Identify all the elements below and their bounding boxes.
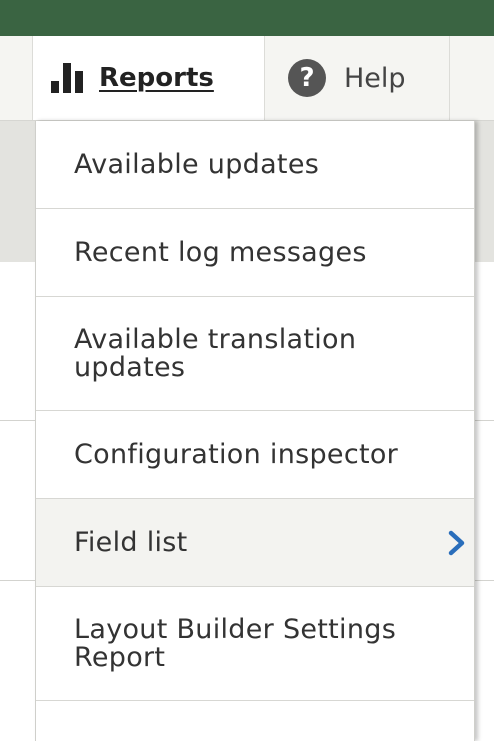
- reports-dropdown-menu: Available updates Recent log messages Av…: [35, 121, 475, 741]
- menu-item-label: Available updates: [74, 148, 320, 180]
- menu-item-recent-log-messages[interactable]: Recent log messages: [36, 209, 474, 297]
- tab-help[interactable]: ? Help: [266, 36, 450, 120]
- menu-item-available-translation-updates[interactable]: Available translation updates: [36, 297, 474, 411]
- admin-top-bar: [0, 0, 494, 36]
- menu-item-layout-builder-settings-report[interactable]: Layout Builder Settings Report: [36, 587, 474, 701]
- menu-item-label: Layout Builder Settings Report: [74, 613, 397, 673]
- menu-item-available-updates[interactable]: Available updates: [36, 121, 474, 209]
- tab-reports[interactable]: Reports: [33, 36, 265, 120]
- menu-item-label: Recent log messages: [74, 236, 367, 268]
- bar-chart-icon: [51, 63, 83, 93]
- menu-item-label: Configuration inspector: [74, 438, 399, 470]
- toolbar-tab-previous[interactable]: [0, 36, 33, 120]
- question-circle-icon: ?: [288, 59, 326, 97]
- menu-item-configuration-inspector[interactable]: Configuration inspector: [36, 411, 474, 499]
- menu-item-label: Available translation updates: [74, 323, 357, 383]
- tab-help-label: Help: [344, 62, 406, 94]
- menu-item-label: Field list: [74, 526, 188, 558]
- chevron-right-icon[interactable]: [446, 530, 468, 556]
- tab-reports-label: Reports: [99, 63, 214, 93]
- menu-item-field-list[interactable]: Field list: [36, 499, 474, 587]
